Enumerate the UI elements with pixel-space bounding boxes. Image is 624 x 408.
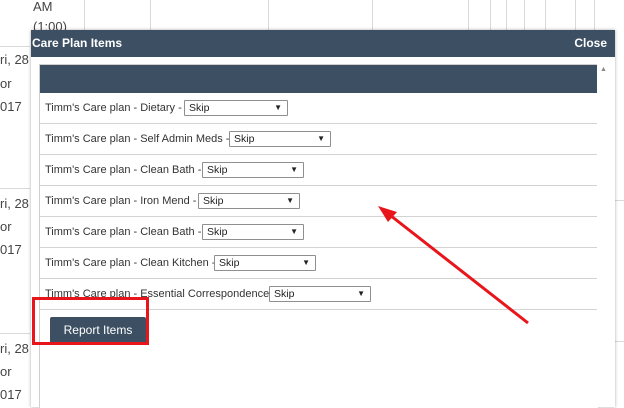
close-button[interactable]: Close: [574, 36, 607, 50]
grid-line: [594, 0, 595, 30]
calendar-right-edge: [614, 30, 624, 407]
day-cell-text: 017: [0, 99, 22, 114]
care-plan-item-label: Timm's Care plan - Clean Bath - -: [45, 226, 209, 238]
care-plan-item-select[interactable]: Skip ▼: [198, 193, 300, 209]
care-plan-item-select[interactable]: Skip ▼: [202, 162, 304, 178]
care-plan-item-row: Timm's Care plan - Clean Kitchen - - Ski…: [40, 248, 598, 279]
dialog-title: Care Plan Items: [32, 36, 123, 50]
care-plan-item-row: Timm's Care plan - Self Admin Meds - - S…: [40, 124, 598, 155]
select-value: Skip: [207, 226, 228, 238]
grid-line: [372, 0, 373, 30]
grid-line: [0, 46, 30, 47]
select-value: Skip: [203, 195, 224, 207]
care-plan-item-select[interactable]: Skip ▼: [214, 255, 316, 271]
annotation-highlight-box: [32, 297, 149, 345]
time-label: AM: [33, 0, 53, 14]
chevron-down-icon: ▼: [286, 196, 294, 205]
day-cell-text: ri, 28: [0, 52, 29, 67]
grid-line: [0, 333, 30, 334]
care-plan-item-label: Timm's Care plan - Self Admin Meds - -: [45, 133, 237, 145]
grid-line: [614, 341, 624, 342]
grid-line: [614, 200, 624, 201]
items-table-header: [40, 65, 598, 93]
items-scroll-area[interactable]: Timm's Care plan - Dietary - - Skip ▼ Ti…: [39, 64, 599, 408]
scroll-up-icon[interactable]: ▲: [600, 66, 607, 73]
grid-line: [490, 0, 491, 30]
care-plan-item-row: Timm's Care plan - Clean Bath - - Skip ▼: [40, 217, 598, 248]
care-plan-item-label: Timm's Care plan - Dietary - -: [45, 102, 189, 114]
select-value: Skip: [207, 164, 228, 176]
grid-line: [524, 0, 525, 30]
care-plan-item-label: Timm's Care plan - Iron Mend - -: [45, 195, 204, 207]
care-plan-item-select[interactable]: Skip ▼: [184, 100, 288, 116]
chevron-down-icon: ▼: [290, 165, 298, 174]
grid-line: [0, 188, 30, 189]
select-value: Skip: [189, 102, 210, 114]
dialog-header: Care Plan Items Close: [31, 30, 615, 57]
care-plan-item-row: Timm's Care plan - Dietary - - Skip ▼: [40, 93, 598, 124]
day-cell-text: 017: [0, 387, 22, 402]
care-plan-item-select[interactable]: Skip ▼: [202, 224, 304, 240]
day-cell-text: ri, 28: [0, 341, 29, 356]
day-cell-text: ri, 28: [0, 196, 29, 211]
care-plan-item-label: Timm's Care plan - Clean Bath - -: [45, 164, 209, 176]
day-cell-text: or: [0, 219, 12, 234]
chevron-down-icon: ▼: [290, 227, 298, 236]
day-cell-text: 017: [0, 242, 22, 257]
grid-line: [468, 0, 469, 30]
select-value: Skip: [219, 257, 240, 269]
dialog-body: Timm's Care plan - Dietary - - Skip ▼ Ti…: [31, 57, 615, 408]
care-plan-items-dialog: Care Plan Items Close Timm's Care plan -…: [31, 30, 615, 408]
chevron-down-icon: ▼: [317, 134, 325, 143]
day-cell-text: or: [0, 76, 12, 91]
chevron-down-icon: ▼: [357, 289, 365, 298]
care-plan-item-select[interactable]: Skip ▼: [269, 286, 371, 302]
grid-line: [506, 0, 507, 30]
chevron-down-icon: ▼: [302, 258, 310, 267]
grid-line: [575, 0, 576, 30]
chevron-down-icon: ▼: [274, 103, 282, 112]
care-plan-item-row: Timm's Care plan - Clean Bath - - Skip ▼: [40, 155, 598, 186]
select-value: Skip: [274, 288, 295, 300]
grid-line: [150, 0, 151, 30]
grid-line: [545, 0, 546, 30]
care-plan-item-select[interactable]: Skip ▼: [229, 131, 331, 147]
dialog-scrollbar[interactable]: ▲: [597, 64, 610, 407]
day-cell-text: or: [0, 364, 12, 379]
care-plan-item-label: Timm's Care plan - Clean Kitchen - -: [45, 257, 223, 269]
grid-line: [268, 0, 269, 30]
select-value: Skip: [234, 133, 255, 145]
care-plan-item-row: Timm's Care plan - Iron Mend - - Skip ▼: [40, 186, 598, 217]
